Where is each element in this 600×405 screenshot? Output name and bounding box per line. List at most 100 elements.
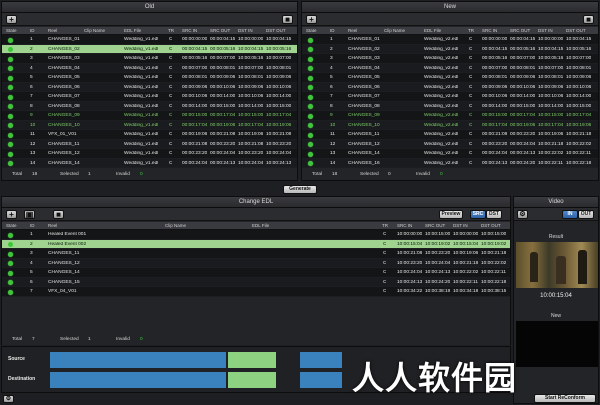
dst-toggle[interactable]: DST [486,210,502,219]
table-row[interactable]: 1 Healed Event 001 C 10:00:00:00 10:00:15:00… [2,230,510,240]
col-reel[interactable]: Reel [48,28,57,33]
col-dst-in[interactable]: DST IN [453,223,468,228]
table-row[interactable]: 6 CHANGES_06 Wedding_v1.edl C 00:00:09:06 00:… [2,82,297,92]
add-button[interactable]: + [6,210,17,219]
col-dst-out[interactable]: DST OUT [266,28,286,33]
col-src-in[interactable]: SRC IN [482,28,497,33]
table-row[interactable]: 14 CHANGES_16 Wedding_v2.edl C 00:00:24:13 00… [302,158,598,168]
table-row[interactable]: 4 CHANGES_04 Wedding_v2.edl C 00:00:07:00 00:… [302,63,598,73]
col-reel[interactable]: Reel [348,28,357,33]
destination-clip-selected[interactable] [228,372,276,388]
table-row[interactable]: 5 CHANGES_05 Wedding_v1.edl C 00:00:08:01 00:… [2,73,297,83]
col-src-out[interactable]: SRC OUT [210,28,230,33]
cell-dst-in: 10:00:34:18 [453,289,479,294]
add-button[interactable]: + [6,15,17,24]
table-row[interactable]: 12 CHANGES_12 Wedding_v2.edl C 00:00:23:20 00… [302,139,598,149]
table-row[interactable]: 3 CHANGES_11 C 10:00:21:08 10:00:23:20 10:00:… [2,249,510,259]
start-reconform-button[interactable]: Start ReConform [534,394,596,403]
new-panel: New + ■ State ID Reel Clip Name EDL File… [301,1,599,181]
col-edl-file[interactable]: EDL File [252,223,269,228]
col-id[interactable]: ID [30,223,35,228]
col-clip-name[interactable]: Clip Name [84,28,105,33]
col-dst-in[interactable]: DST IN [538,28,553,33]
table-row[interactable]: 5 CHANGES_14 C 10:00:24:04 10:00:24:13 10:00:… [2,268,510,278]
table-row[interactable]: 12 CHANGES_11 Wedding_v1.edl C 00:00:21:08 00… [2,139,297,149]
gear-icon[interactable]: ⚙ [517,210,528,219]
source-clip[interactable] [300,352,342,368]
table-row[interactable]: 11 VFX_01_V01 Wedding_v1.edl C 00:00:19:06 00… [2,130,297,140]
save-icon[interactable]: ▣ [24,210,35,219]
table-row[interactable]: 1 CHANGES_01 Wedding_v1.edl C 00:00:00:00 00:… [2,35,297,45]
destination-clip[interactable] [300,372,342,388]
table-row[interactable]: 1 CHANGES_01 Wedding_v2.edl C 00:00:00:00 00:… [302,35,598,45]
new-rows: 1 CHANGES_01 Wedding_v2.edl C 00:00:00:00 00:… [302,35,598,168]
table-row[interactable]: 2 CHANGES_02 Wedding_v1.edl C 00:00:04:15 00:… [2,44,297,54]
table-row[interactable]: 3 CHANGES_03 Wedding_v2.edl C 00:00:05:16 00:… [302,54,598,64]
table-row[interactable]: 7 CHANGES_07 Wedding_v2.edl C 00:00:10:06 00:… [302,92,598,102]
trash-icon[interactable]: ■ [53,210,64,219]
col-id[interactable]: ID [30,28,35,33]
add-button[interactable]: + [306,15,317,24]
destination-clip[interactable] [50,372,226,388]
status-dot-icon [308,37,313,43]
new-video-frame [516,321,598,367]
table-row[interactable]: 2 CHANGES_02 Wedding_v2.edl C 00:00:04:15 00:… [302,44,598,54]
table-row[interactable]: 4 CHANGES_12 C 10:00:23:20 10:00:24:04 10:00:… [2,258,510,268]
col-dst-in[interactable]: DST IN [238,28,253,33]
status-dot-icon [8,151,13,157]
cell-dst-out: 10:00:17:04 [266,113,292,118]
col-edl-file[interactable]: EDL File [124,28,141,33]
col-tr[interactable]: TR [468,28,474,33]
table-row[interactable]: 8 CHANGES_08 Wedding_v2.edl C 00:00:14:00 00:… [302,101,598,111]
table-row[interactable]: 14 CHANGES_14 Wedding_v1.edl C 00:00:24:04 00… [2,158,297,168]
table-row[interactable]: 9 CHANGES_09 Wedding_v1.edl C 00:00:15:00 00:… [2,111,297,121]
col-tr[interactable]: TR [382,223,388,228]
col-clip-name[interactable]: Clip Name [384,28,405,33]
col-dst-out[interactable]: DST OUT [481,223,501,228]
col-tr[interactable]: TR [168,28,174,33]
in-toggle[interactable]: IN [562,210,578,219]
col-clip-name[interactable]: Clip Name [165,223,186,228]
table-row[interactable]: 3 CHANGES_03 Wedding_v1.edl C 00:00:05:16 00:… [2,54,297,64]
cell-src-in: 00:00:23:20 [182,151,208,156]
table-row[interactable]: 6 CHANGES_06 Wedding_v2.edl C 00:00:09:06 00:… [302,82,598,92]
table-row[interactable]: 8 CHANGES_08 Wedding_v1.edl C 00:00:14:00 00:… [2,101,297,111]
generate-button[interactable]: Generate [283,185,317,194]
col-state[interactable]: State [306,28,317,33]
source-clip[interactable] [50,352,226,368]
col-id[interactable]: ID [330,28,335,33]
trash-icon[interactable]: ■ [282,15,293,24]
col-edl-file[interactable]: EDL File [424,28,441,33]
old-panel: Old + ■ State ID Reel Clip Name EDL File… [1,1,298,181]
col-dst-out[interactable]: DST OUT [566,28,586,33]
table-row[interactable]: 13 CHANGES_14 Wedding_v2.edl C 00:00:24:04 00… [302,149,598,159]
preview-button[interactable]: Preview [439,210,463,219]
col-src-out[interactable]: SRC OUT [425,223,445,228]
out-toggle[interactable]: OUT [578,210,594,219]
table-row[interactable]: 2 Healed Event 002 C 10:00:15:04 10:00:19:02… [2,239,510,249]
col-src-in[interactable]: SRC IN [397,223,412,228]
col-state[interactable]: State [6,223,17,228]
table-row[interactable]: 6 CHANGES_15 C 10:00:24:13 10:00:24:20 10:00:… [2,277,510,287]
table-row[interactable]: 13 CHANGES_12 Wedding_v1.edl C 00:00:23:20 00… [2,149,297,159]
table-row[interactable]: 11 CHANGES_11 Wedding_v2.edl C 00:00:21:08 00… [302,130,598,140]
table-row[interactable]: 7 CHANGES_07 Wedding_v1.edl C 00:00:10:06 00:… [2,92,297,102]
cell-tr: C [469,141,473,147]
col-state[interactable]: State [6,28,17,33]
col-src-in[interactable]: SRC IN [182,28,197,33]
table-row[interactable]: 10 CHANGES_10 Wedding_v2.edl C 00:00:17:04 00… [302,120,598,130]
status-dot-icon [8,142,13,147]
source-clip-selected[interactable] [228,352,276,368]
table-row[interactable]: 4 CHANGES_04 Wedding_v1.edl C 00:00:07:00 00:… [2,63,297,73]
table-row[interactable]: 5 CHANGES_05 Wedding_v2.edl C 00:00:08:01 00:… [302,73,598,83]
col-reel[interactable]: Reel [48,223,57,228]
table-row[interactable]: 7 VFX_04_V01 C 10:00:34:22 10:00:38:19 10:00:… [2,287,510,297]
trash-icon[interactable]: ■ [583,15,594,24]
col-src-out[interactable]: SRC OUT [510,28,530,33]
settings-gear-icon[interactable]: ⚙ [3,395,14,403]
src-toggle[interactable]: SRC [470,210,486,219]
new-label: New [550,313,561,319]
new-total-label: Total [312,172,323,177]
table-row[interactable]: 10 CHANGES_10 Wedding_v1.edl C 00:00:17:04 00… [2,120,297,130]
table-row[interactable]: 9 CHANGES_09 Wedding_v2.edl C 00:00:15:00 00:… [302,111,598,121]
